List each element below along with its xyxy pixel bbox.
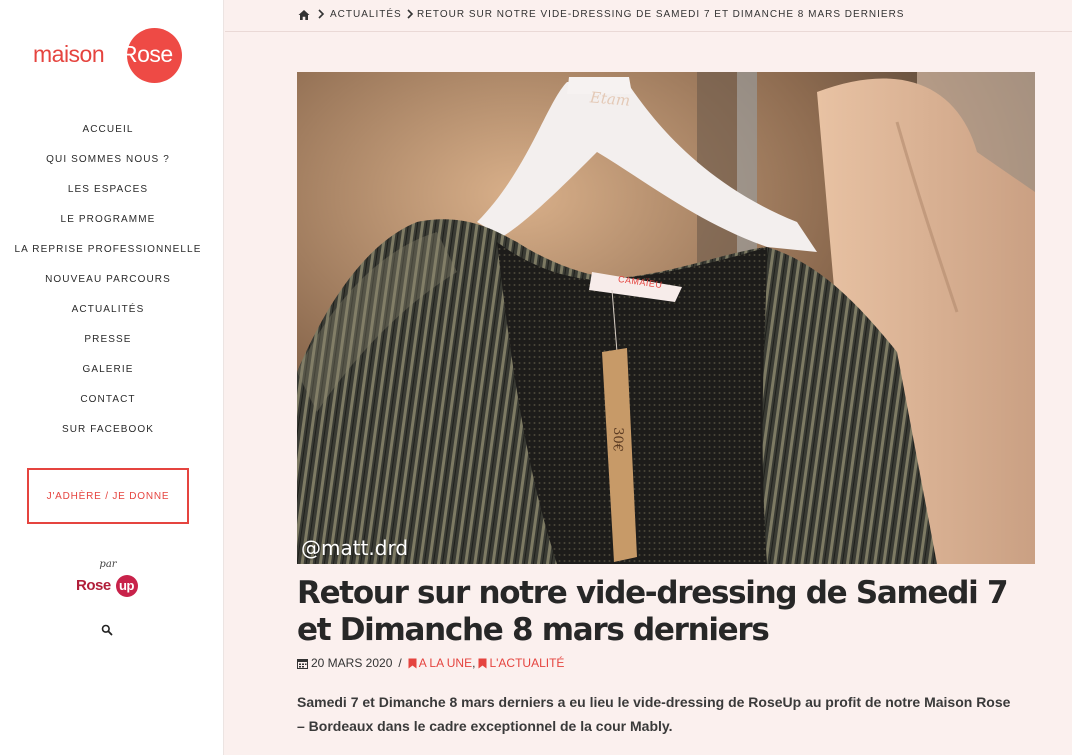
nav-item-actualites[interactable]: ACTUALITÉS [0,301,216,331]
article-meta: 20 MARS 2020 / A LA UNE , L'ACTUALITÉ [297,656,564,670]
article-excerpt: Samedi 7 et Dimanche 8 mars derniers a e… [297,694,1011,734]
nav-item-qui-sommes-nous[interactable]: QUI SOMMES NOUS ? [0,151,216,181]
sidebar: maison Rose ACCUEIL QUI SOMMES NOUS ? LE… [0,0,224,755]
logo-text-rose: Rose [121,41,173,67]
roseup-logo-up: up [119,578,134,593]
category-a-la-une[interactable]: A LA UNE [419,656,472,670]
breadcrumb-current: RETOUR SUR NOTRE VIDE-DRESSING DE SAMEDI… [417,9,905,20]
hanger-brand-text: Etam [589,88,631,110]
nav-item-nouveau-parcours[interactable]: NOUVEAU PARCOURS [0,271,216,301]
by-label: par [99,559,117,570]
breadcrumb-actualites[interactable]: ACTUALITÉS [330,9,402,20]
nav-item-presse[interactable]: PRESSE [0,331,216,361]
logo-text-maison: maison [33,41,105,67]
nav-item-le-programme[interactable]: LE PROGRAMME [0,211,216,241]
photo-credit: @matt.drd [301,536,409,560]
category-actualite[interactable]: L'ACTUALITÉ [489,656,564,670]
article-title: Retour sur notre vide-dressing de Samedi… [297,575,1009,648]
nav-item-la-reprise-professionnelle[interactable]: LA REPRISE PROFESSIONNELLE [0,241,216,271]
chevron-right-icon [318,9,325,19]
breadcrumb: ACTUALITÉS RETOUR SUR NOTRE VIDE-DRESSIN… [225,0,1072,32]
chevron-right-icon [407,9,414,19]
main-nav: ACCUEIL QUI SOMMES NOUS ? LES ESPACES LE… [0,121,216,451]
nav-item-facebook[interactable]: SUR FACEBOOK [0,421,216,451]
roseup-logo[interactable]: Rose up [76,575,140,599]
nav-item-galerie[interactable]: GALERIE [0,361,216,391]
price-tag-text: 30€ [609,426,626,453]
article-date: 20 MARS 2020 [311,656,393,670]
calendar-icon [297,658,308,669]
nav-item-contact[interactable]: CONTACT [0,391,216,421]
adhere-donate-button[interactable]: J'ADHÈRE / JE DONNE [27,468,189,524]
nav-item-accueil[interactable]: ACCUEIL [0,121,216,151]
article-hero-image: Etam CAMAÏEU 30€ @matt.drd [297,72,1035,564]
roseup-logo-text: Rose [76,577,111,594]
site-logo[interactable]: maison Rose [33,28,183,84]
nav-item-les-espaces[interactable]: LES ESPACES [0,181,216,211]
search-icon[interactable] [101,624,113,636]
meta-separator: / [398,656,402,670]
home-icon[interactable] [298,9,310,21]
bookmark-icon [408,658,417,668]
category-comma: , [472,656,476,670]
bookmark-icon [478,658,487,668]
hero-photo [297,72,1035,564]
